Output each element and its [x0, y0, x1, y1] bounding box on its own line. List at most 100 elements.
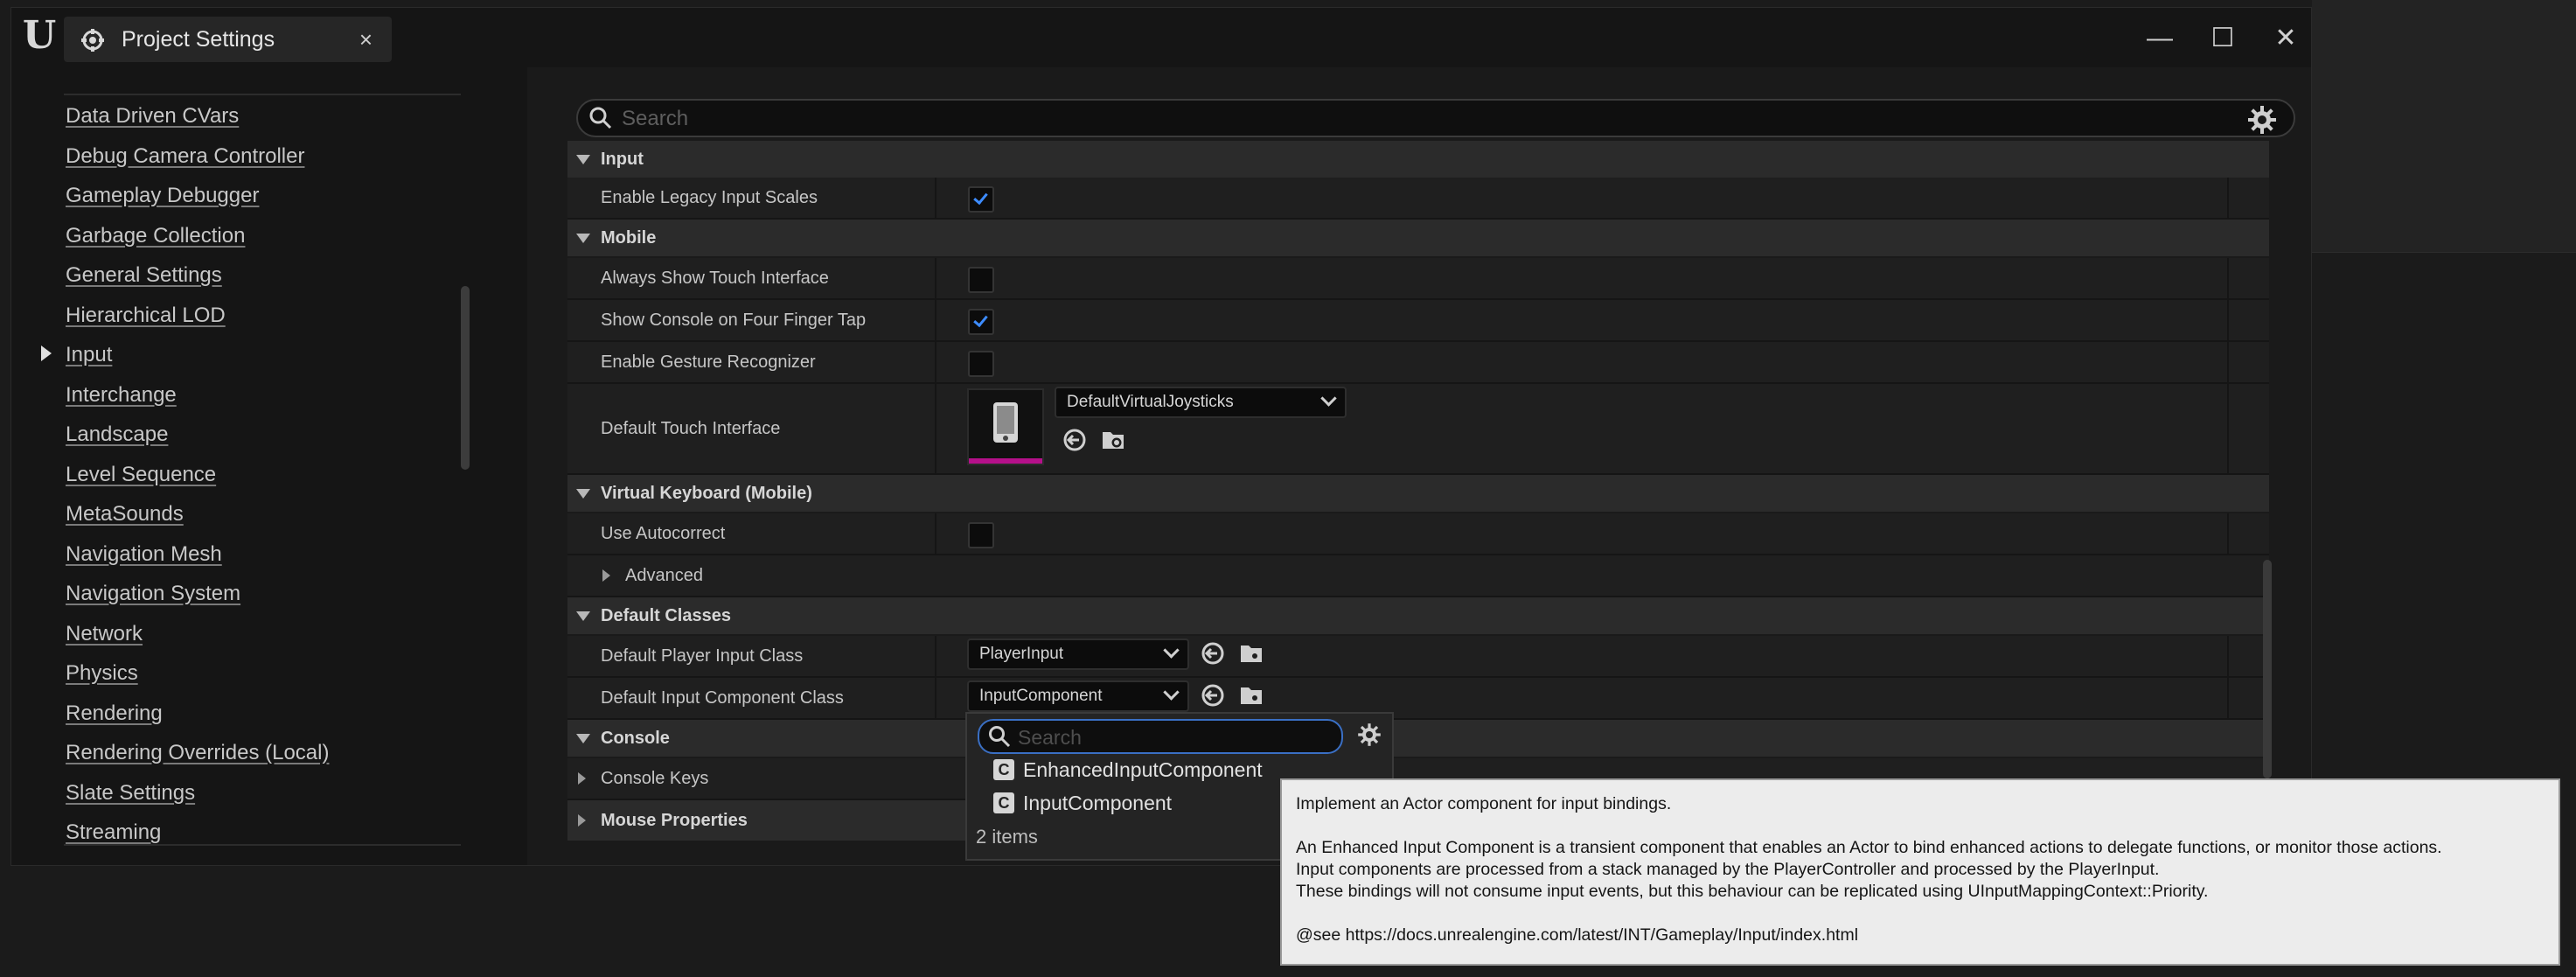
- enable-legacy-input-scales-checkbox[interactable]: [968, 186, 994, 213]
- minimize-button[interactable]: —: [2138, 17, 2182, 60]
- default-player-input-class-combo[interactable]: PlayerInput: [967, 639, 1189, 670]
- nav-item-general-settings[interactable]: General Settings: [66, 256, 222, 295]
- background-window-strip: [2312, 168, 2576, 211]
- collapse-arrow-icon: [576, 734, 590, 743]
- collapse-arrow-icon: [576, 489, 590, 499]
- nav-item-rendering[interactable]: Rendering: [66, 694, 163, 733]
- default-touch-interface-combo[interactable]: DefaultVirtualJoysticks: [1055, 387, 1347, 418]
- class-option-input-component[interactable]: C InputComponent: [976, 787, 1264, 819]
- always-show-touch-interface-checkbox[interactable]: [968, 267, 994, 293]
- tab-close-icon[interactable]: ×: [359, 17, 372, 62]
- nav-item-debug-camera-controller[interactable]: Debug Camera Controller: [66, 137, 304, 176]
- section-virtual-keyboard[interactable]: Virtual Keyboard (Mobile): [567, 475, 2269, 512]
- row-advanced[interactable]: Advanced: [567, 555, 2269, 597]
- nav-item-interchange[interactable]: Interchange: [66, 376, 177, 415]
- tooltip-line: Implement an Actor component for input b…: [1296, 794, 1672, 813]
- section-console[interactable]: Console: [567, 720, 2269, 757]
- default-input-component-class-combo[interactable]: InputComponent: [967, 680, 1189, 712]
- use-selected-asset-icon[interactable]: [1062, 427, 1088, 453]
- close-button[interactable]: ✕: [2264, 17, 2308, 60]
- row-enable-gesture-recognizer: Enable Gesture Recognizer: [567, 342, 2269, 384]
- section-mobile[interactable]: Mobile: [567, 220, 2269, 256]
- class-picker-search-box[interactable]: [978, 719, 1343, 754]
- nav-item-rendering-overrides-local[interactable]: Rendering Overrides (Local): [66, 734, 329, 772]
- settings-search-box[interactable]: [576, 99, 2295, 137]
- search-icon: [989, 726, 1011, 748]
- nav-item-gameplay-debugger[interactable]: Gameplay Debugger: [66, 177, 259, 215]
- tab-label: Project Settings: [122, 27, 275, 52]
- nav-item-physics[interactable]: Physics: [66, 654, 138, 693]
- use-selected-class-icon[interactable]: [1200, 640, 1226, 666]
- row-default-player-input-class: Default Player Input Class: [567, 636, 2269, 678]
- details-panel: Input Enable Legacy Input Scales Mobile …: [527, 67, 2311, 865]
- nav-item-input[interactable]: Input: [66, 336, 112, 374]
- project-settings-tab[interactable]: Project Settings ×: [64, 17, 392, 62]
- touch-interface-thumbnail[interactable]: [967, 388, 1044, 465]
- collapse-arrow-icon: [576, 155, 590, 164]
- nav-item-navigation-mesh[interactable]: Navigation Mesh: [66, 535, 222, 574]
- view-options-gear-icon[interactable]: [2245, 102, 2280, 137]
- row-enable-legacy-input-scales: Enable Legacy Input Scales: [567, 178, 2269, 220]
- expand-arrow-icon: [578, 814, 586, 827]
- nav-item-slate-settings[interactable]: Slate Settings: [66, 774, 195, 813]
- picker-options-gear-icon[interactable]: [1355, 721, 1383, 749]
- class-tooltip: Implement an Actor component for input b…: [1280, 778, 2560, 966]
- browse-class-icon[interactable]: [1238, 640, 1264, 666]
- section-input[interactable]: Input: [567, 141, 2269, 178]
- nav-item-network[interactable]: Network: [66, 615, 143, 653]
- minimize-icon: —: [2147, 24, 2173, 52]
- show-console-four-finger-tap-checkbox[interactable]: [968, 309, 994, 335]
- tooltip-line: An Enhanced Input Component is a transie…: [1296, 838, 2442, 857]
- nav-item-hierarchical-lod[interactable]: Hierarchical LOD: [66, 297, 226, 335]
- nav-divider: [64, 94, 461, 95]
- maximize-icon: ☐: [2210, 24, 2235, 52]
- background-window-strip: [2312, 84, 2576, 127]
- unreal-logo-icon: U: [22, 13, 57, 58]
- nav-item-level-sequence[interactable]: Level Sequence: [66, 456, 216, 494]
- tooltip-line: @see https://docs.unrealengine.com/lates…: [1296, 925, 1859, 945]
- expand-arrow-icon: [578, 772, 586, 785]
- tooltip-line: These bindings will not consume input ev…: [1296, 882, 2209, 901]
- chevron-down-icon: [1163, 642, 1180, 659]
- section-default-classes[interactable]: Default Classes: [567, 597, 2269, 634]
- background-window-strip: [2312, 42, 2576, 85]
- nav-item-data-driven-cvars[interactable]: Data Driven CVars: [66, 97, 239, 136]
- expand-arrow-icon: [602, 569, 610, 582]
- maximize-button[interactable]: ☐: [2201, 17, 2245, 60]
- chevron-down-icon: [1320, 390, 1337, 407]
- class-picker-search-input[interactable]: [1016, 721, 1334, 754]
- background-window-strip: [2312, 0, 2576, 43]
- nav-scrollbar[interactable]: [461, 286, 470, 470]
- row-default-touch-interface: Default Touch Interface: [567, 384, 2269, 475]
- title-bar[interactable]: U Project Settings × — ☐ ✕: [11, 8, 2311, 67]
- search-icon: [589, 107, 612, 129]
- browse-class-icon[interactable]: [1238, 682, 1264, 708]
- row-show-console-four-finger-tap: Show Console on Four Finger Tap: [567, 300, 2269, 342]
- background-window-strip: [2312, 210, 2576, 253]
- nav-item-navigation-system[interactable]: Navigation System: [66, 575, 240, 613]
- tooltip-line: Input components are processed from a st…: [1296, 860, 2160, 879]
- collapse-arrow-icon: [576, 611, 590, 621]
- row-default-input-component-class: Default Input Component Class: [567, 678, 2269, 720]
- close-icon: ✕: [2274, 24, 2297, 52]
- browse-asset-icon[interactable]: [1100, 427, 1126, 453]
- item-count: 2 items: [976, 826, 1038, 848]
- details-scrollbar[interactable]: [2263, 560, 2272, 778]
- class-icon: C: [993, 759, 1014, 780]
- use-selected-class-icon[interactable]: [1200, 682, 1226, 708]
- settings-tab-icon: [81, 29, 104, 52]
- settings-search-input[interactable]: [620, 101, 2267, 137]
- nav-item-streaming[interactable]: Streaming: [66, 813, 161, 852]
- collapse-arrow-icon: [576, 234, 590, 243]
- chevron-down-icon: [1163, 684, 1180, 701]
- enable-gesture-recognizer-checkbox[interactable]: [968, 351, 994, 377]
- nav-item-metasounds[interactable]: MetaSounds: [66, 495, 184, 534]
- class-option-enhanced-input-component[interactable]: C EnhancedInputComponent: [976, 754, 1264, 785]
- row-use-autocorrect: Use Autocorrect: [567, 513, 2269, 555]
- background-window-strip: [2312, 126, 2576, 169]
- use-autocorrect-checkbox[interactable]: [968, 522, 994, 548]
- settings-category-list: Data Driven CVars Debug Camera Controlle…: [11, 67, 527, 863]
- nav-divider: [64, 844, 461, 846]
- nav-item-landscape[interactable]: Landscape: [66, 415, 168, 454]
- nav-item-garbage-collection[interactable]: Garbage Collection: [66, 217, 245, 255]
